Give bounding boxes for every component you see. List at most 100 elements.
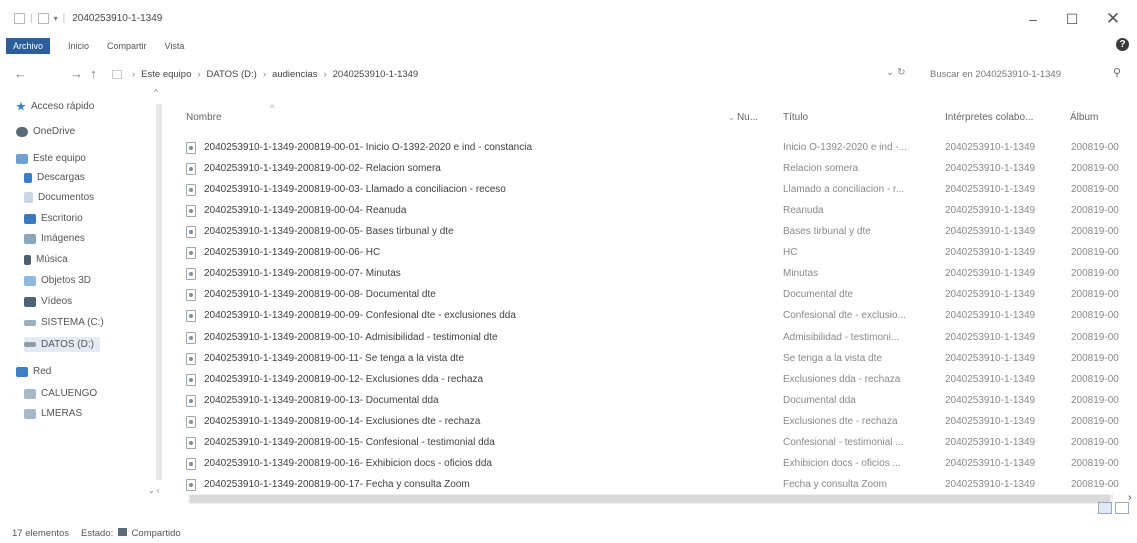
file-artist: 2040253910-1-1349: [945, 310, 1036, 321]
nav-documentos[interactable]: Documentos: [24, 192, 94, 203]
file-album: 200819-00: [1071, 353, 1119, 364]
nav-imagenes[interactable]: Imágenes: [24, 233, 85, 244]
nav-red[interactable]: Red: [16, 366, 51, 377]
file-row[interactable]: 2040253910-1-1349-200819-00-14- Exclusio…: [186, 411, 1126, 432]
navpane-scrollbar[interactable]: [156, 100, 162, 500]
file-row[interactable]: 2040253910-1-1349-200819-00-05- Bases ti…: [186, 221, 1126, 242]
back-button[interactable]: ←: [14, 66, 27, 81]
maximize-button[interactable]: ☐: [1054, 8, 1090, 30]
nav-musica[interactable]: Música: [24, 254, 68, 265]
tab-compartir[interactable]: Compartir: [107, 41, 147, 51]
nav-lmeras[interactable]: LMERAS: [24, 408, 82, 419]
file-row[interactable]: 2040253910-1-1349-200819-00-03- Llamado …: [186, 179, 1126, 200]
scrollbar-thumb[interactable]: [190, 495, 1110, 503]
file-row[interactable]: 2040253910-1-1349-200819-00-12- Exclusio…: [186, 369, 1126, 390]
navigation-pane[interactable]: Acceso rápido OneDrive Este equipo Desca…: [10, 88, 170, 500]
file-row[interactable]: 2040253910-1-1349-200819-00-07- Minutas M…: [186, 263, 1126, 284]
new-folder-icon[interactable]: [37, 13, 49, 24]
nav-este-equipo[interactable]: Este equipo: [16, 153, 86, 164]
tab-vista[interactable]: Vista: [165, 41, 185, 51]
nav-sistema-c[interactable]: SISTEMA (C:): [24, 317, 104, 328]
file-artist: 2040253910-1-1349: [945, 416, 1036, 427]
column-header-album[interactable]: Álbum: [1070, 112, 1098, 123]
nav-objetos-3d[interactable]: Objetos 3D: [24, 275, 91, 286]
file-artist: 2040253910-1-1349: [945, 247, 1036, 258]
scroll-down-icon[interactable]: ⌄ ‹: [148, 486, 160, 495]
breadcrumb-current-folder[interactable]: 2040253910-1-1349: [333, 69, 419, 80]
file-row[interactable]: 2040253910-1-1349-200819-00-16- Exhibici…: [186, 453, 1126, 474]
scroll-up-icon[interactable]: ^: [154, 88, 158, 97]
forward-button[interactable]: →: [70, 66, 83, 81]
search-input[interactable]: Buscar en 2040253910-1-1349: [930, 69, 1061, 80]
file-artist: 2040253910-1-1349: [945, 142, 1036, 153]
up-button[interactable]: ↑: [90, 66, 97, 81]
address-dropdown-button[interactable]: ⌄ ↻: [886, 67, 906, 78]
breadcrumb-este-equipo[interactable]: Este equipo: [141, 69, 191, 80]
properties-icon[interactable]: [14, 13, 25, 24]
audio-file-icon: [186, 394, 196, 407]
nav-escritorio[interactable]: Escritorio: [24, 213, 83, 224]
tab-archivo[interactable]: Archivo: [6, 38, 51, 54]
ribbon-tabs: Archivo Inicio Compartir Vista: [0, 36, 1137, 56]
column-header-nombre[interactable]: Nombre: [186, 112, 222, 123]
nav-videos[interactable]: Vídeos: [24, 296, 72, 307]
nav-caluengo[interactable]: CALUENGO: [24, 388, 97, 399]
audio-file-icon: [186, 267, 196, 280]
file-name: 2040253910-1-1349-200819-00-04- Reanuda: [204, 205, 407, 216]
large-icons-view-icon[interactable]: [1115, 502, 1129, 514]
file-row[interactable]: 2040253910-1-1349-200819-00-15- Confesio…: [186, 432, 1126, 453]
file-album: 200819-00: [1071, 184, 1119, 195]
column-header-titulo[interactable]: Título: [783, 112, 808, 123]
nav-descargas[interactable]: Descargas: [24, 172, 85, 183]
maximize-icon: ☐: [1065, 10, 1079, 27]
nav-label: Acceso rápido: [31, 101, 95, 112]
file-artist: 2040253910-1-1349: [945, 184, 1036, 195]
file-row[interactable]: 2040253910-1-1349-200819-00-17- Fecha y …: [186, 474, 1126, 495]
file-title: Exclusiones dda - rechaza: [783, 374, 901, 385]
minimize-button[interactable]: –: [1015, 8, 1051, 30]
file-row[interactable]: 2040253910-1-1349-200819-00-09- Confesio…: [186, 305, 1126, 326]
nav-label: Música: [36, 254, 68, 265]
file-artist: 2040253910-1-1349: [945, 289, 1036, 300]
file-row[interactable]: 2040253910-1-1349-200819-00-08- Document…: [186, 284, 1126, 305]
up-arrow-icon: ↑: [90, 66, 97, 81]
breadcrumb-datos[interactable]: DATOS (D:): [207, 69, 257, 80]
tab-inicio[interactable]: Inicio: [68, 41, 89, 51]
breadcrumb-audiencias[interactable]: audiencias: [272, 69, 317, 80]
nav-acceso-rapido[interactable]: Acceso rápido: [16, 101, 94, 112]
column-header-interpretes[interactable]: Intérpretes colabo...: [945, 112, 1033, 123]
search-field[interactable]: Buscar en 2040253910-1-1349 ⚲: [922, 64, 1127, 84]
nav-datos-d[interactable]: DATOS (D:): [24, 337, 100, 352]
file-row[interactable]: 2040253910-1-1349-200819-00-11- Se tenga…: [186, 348, 1126, 369]
scrollbar-thumb[interactable]: [156, 104, 162, 480]
file-row[interactable]: 2040253910-1-1349-200819-00-04- Reanuda R…: [186, 200, 1126, 221]
file-row[interactable]: 2040253910-1-1349-200819-00-02- Relacion…: [186, 158, 1126, 179]
file-row[interactable]: 2040253910-1-1349-200819-00-10- Admisibi…: [186, 327, 1126, 348]
file-title: Confesional dte - exclusio...: [783, 310, 906, 321]
details-view-icon[interactable]: [1098, 502, 1112, 514]
minimize-icon: –: [1029, 11, 1037, 27]
column-dropdown-icon: ⌄: [728, 113, 737, 122]
file-artist: 2040253910-1-1349: [945, 458, 1036, 469]
breadcrumb-separator: ›: [132, 68, 136, 80]
search-icon[interactable]: ⚲: [1113, 66, 1121, 79]
file-row[interactable]: 2040253910-1-1349-200819-00-13- Document…: [186, 390, 1126, 411]
audio-file-icon: [186, 183, 196, 196]
audio-file-icon: [186, 331, 196, 344]
file-name: 2040253910-1-1349-200819-00-07- Minutas: [204, 268, 401, 279]
objects-3d-icon: [24, 275, 36, 286]
audio-file-icon: [186, 436, 196, 449]
file-name: 2040253910-1-1349-200819-00-10- Admisibi…: [204, 332, 498, 343]
nav-label: Red: [33, 366, 52, 377]
customize-toolbar-icon[interactable]: ▾: [54, 14, 58, 23]
nav-onedrive[interactable]: OneDrive: [16, 126, 75, 137]
file-row[interactable]: 2040253910-1-1349-200819-00-06- HC HC 2040…: [186, 242, 1126, 263]
column-header-numero[interactable]: ⌄ Nu...: [728, 112, 758, 123]
file-row[interactable]: 2040253910-1-1349-200819-00-01- Inicio O…: [186, 137, 1126, 158]
horizontal-scrollbar[interactable]: [188, 494, 1113, 504]
close-button[interactable]: ✕: [1095, 8, 1131, 30]
network-icon: [16, 366, 28, 377]
breadcrumb[interactable]: › Este equipo › DATOS (D:) › audiencias …: [112, 65, 922, 83]
refresh-icon[interactable]: ↻: [897, 67, 905, 78]
file-album: 200819-00: [1071, 268, 1119, 279]
